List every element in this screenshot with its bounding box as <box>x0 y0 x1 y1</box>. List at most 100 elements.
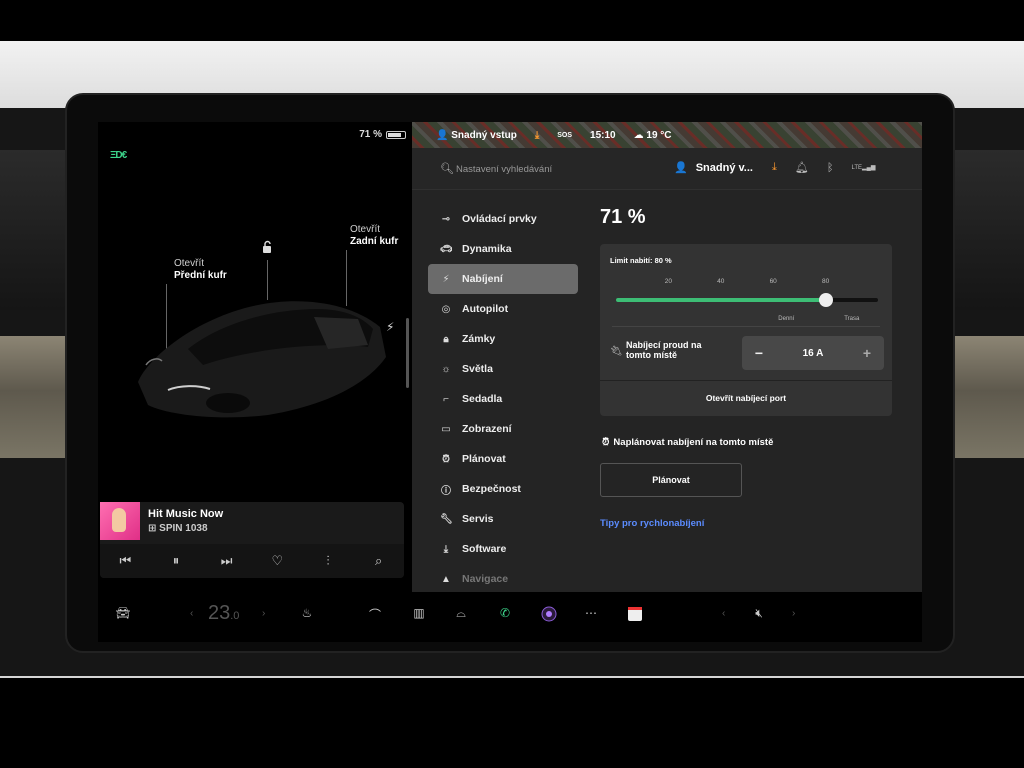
car-icon[interactable]: 🚘︎ <box>112 606 134 620</box>
menu-item-12[interactable]: ▲ Navigace <box>428 564 578 594</box>
navigation-icon: ▲ <box>441 573 451 585</box>
media-controls: ⏮ ⏸ ⏭ ♡ ⫶ ⌕ <box>100 544 404 578</box>
slider-ticks: 20 40 60 80 <box>616 278 878 288</box>
temp-decimal: .0 <box>230 610 240 622</box>
menu-item-label: Ovládací prvky <box>462 213 537 225</box>
menu-item-10[interactable]: 🔧︎ Servis <box>428 504 578 534</box>
charge-limit-slider[interactable] <box>616 293 878 307</box>
panel-scrollbar[interactable] <box>406 318 409 388</box>
media-search-icon[interactable]: ⌕ <box>367 553 391 569</box>
charging-bolt-icon: ⚡ <box>386 320 395 334</box>
headlight-icon[interactable]: ΞD€ <box>110 150 127 161</box>
menu-item-label: Nabíjení <box>462 273 503 285</box>
menu-item-label: Zobrazení <box>462 423 512 435</box>
person-icon: 👤 <box>436 129 449 141</box>
rear-trunk-button[interactable]: Otevřít Zadní kufr <box>350 224 398 248</box>
menu-item-label: Plánovat <box>462 453 506 465</box>
alarm-clock-icon: ⏰︎ <box>602 437 610 448</box>
favorite-icon[interactable]: ♡ <box>265 553 289 569</box>
menu-item-4[interactable]: 🔒︎ Zámky <box>428 324 578 354</box>
map-strip[interactable]: 👤 Snadný vstup ⤓ SOS 15:10 ☁ 19 °C <box>412 122 922 148</box>
wood-trim-right <box>950 336 1024 458</box>
range-daily: Denní <box>778 316 795 322</box>
slider-tick-label: 60 <box>769 278 777 285</box>
increase-current-button[interactable]: + <box>860 345 874 361</box>
toggle-icon: ⊸ <box>441 213 451 225</box>
open-charge-port-button[interactable]: Otevřít nabíjecí port <box>600 380 892 416</box>
volume-up-chevron[interactable]: › <box>792 608 795 619</box>
unlock-icon[interactable] <box>260 240 274 254</box>
menu-item-9[interactable]: ⓘ Bezpečnost <box>428 474 578 504</box>
schedule-button[interactable]: Plánovat <box>600 463 742 497</box>
slider-tick-label: 20 <box>664 278 673 285</box>
battery-level-heading: 71 % <box>600 206 646 228</box>
settings-header: 🔍︎ 👤 Snadný v... ⤓ 🔔︎ ᛒ LTE▂▄▆ <box>412 148 922 190</box>
station-name: SPIN 1038 <box>159 523 208 534</box>
rear-trunk-label: Zadní kufr <box>350 236 399 247</box>
charge-limit-label: Limit nabití: 80 % <box>610 256 672 265</box>
calendar-icon[interactable] <box>624 606 646 625</box>
previous-track-icon[interactable]: ⏮ <box>113 553 137 569</box>
menu-item-0[interactable]: ⊸ Ovládací prvky <box>428 204 578 234</box>
charging-current-label: Nabíjecí proud na tomto místě <box>626 340 702 360</box>
search-input[interactable] <box>456 161 656 177</box>
lte-label: LTE <box>851 165 863 171</box>
floor-line <box>0 676 1024 678</box>
settings-menu: ⊸ Ovládací prvky 🚗︎ Dynamika ⚡︎ Nabíjení ◎ Auto… <box>428 204 578 594</box>
front-defrost-icon[interactable]: ⌓ <box>450 606 472 621</box>
download-icon[interactable]: ⤓ <box>772 161 777 174</box>
temp-up-chevron[interactable]: › <box>262 608 265 619</box>
phone-icon[interactable]: ✆ <box>494 606 516 620</box>
front-trunk-button[interactable]: Otevřít Přední kufr <box>174 258 227 282</box>
menu-item-11[interactable]: ⤓ Software <box>428 534 578 564</box>
camera-icon[interactable] <box>538 606 560 625</box>
strip-profile[interactable]: 👤 Snadný vstup <box>436 130 517 141</box>
album-art[interactable] <box>100 502 140 540</box>
menu-item-6[interactable]: ⌐ Sedadla <box>428 384 578 414</box>
cloud-icon: ☁ <box>633 129 644 141</box>
supercharging-tips-link[interactable]: Tipy pro rychlonabíjení <box>600 518 704 529</box>
seat-heater-icon[interactable]: ♨ <box>296 606 318 620</box>
cabin-temperature[interactable]: 23.0 <box>208 602 239 625</box>
camera-lens <box>541 606 557 622</box>
rear-defrost-icon[interactable]: ▥ <box>408 606 430 620</box>
next-track-icon[interactable]: ⏭ <box>215 553 239 569</box>
profile-button[interactable]: 👤 Snadný v... <box>674 161 753 175</box>
slider-fill <box>616 298 826 302</box>
sos-badge[interactable]: SOS <box>557 132 572 139</box>
menu-item-label: Zámky <box>462 333 496 345</box>
bell-icon[interactable]: 🔔︎ <box>795 161 809 174</box>
steering-heater-icon[interactable]: ⌒ <box>364 606 386 623</box>
menu-item-1[interactable]: 🚗︎ Dynamika <box>428 234 578 264</box>
menu-item-label: Dynamika <box>462 243 512 255</box>
decrease-current-button[interactable]: − <box>752 345 766 361</box>
plug-icon: 🔌︎ <box>610 346 623 357</box>
menu-item-5[interactable]: ☼ Světla <box>428 354 578 384</box>
radio-icon: ⊞ <box>148 523 160 534</box>
mute-icon[interactable]: 🔇︎ <box>748 606 770 621</box>
air-vent-left <box>0 150 70 310</box>
more-apps-icon[interactable]: ⋯ <box>580 606 602 620</box>
equalizer-icon[interactable]: ⫶ <box>316 553 340 569</box>
menu-item-2[interactable]: ⚡︎ Nabíjení <box>428 264 578 294</box>
menu-item-8[interactable]: ⏰︎ Plánovat <box>428 444 578 474</box>
pause-icon[interactable]: ⏸ <box>164 553 188 569</box>
menu-item-7[interactable]: ▭ Zobrazení <box>428 414 578 444</box>
temp-down-chevron[interactable]: ‹ <box>190 608 193 619</box>
slider-knob[interactable] <box>818 293 833 307</box>
volume-down-chevron[interactable]: ‹ <box>722 608 725 619</box>
bolt-icon: ⚡︎ <box>442 273 450 285</box>
wood-trim-left <box>0 336 72 458</box>
alarm-icon: ⏰︎ <box>442 453 450 465</box>
seat-icon: ⌐ <box>443 393 449 405</box>
bluetooth-icon[interactable]: ᛒ <box>827 162 834 174</box>
calendar-shape <box>628 607 642 621</box>
battery-indicator: 71 % <box>359 129 406 140</box>
wrench-icon: 🔧︎ <box>440 513 453 525</box>
slider-tick-label: 80 <box>821 278 830 285</box>
settings-panel: 👤 Snadný vstup ⤓ SOS 15:10 ☁ 19 °C 🔍︎ 👤 … <box>412 122 922 592</box>
menu-item-3[interactable]: ◎ Autopilot <box>428 294 578 324</box>
charge-limit-card: Limit nabití: 80 % 20 40 60 80 Denní Trasa … <box>600 244 892 416</box>
battery-icon <box>386 130 406 139</box>
vehicle-panel: 71 % ΞD€ Otevřít Přední kufr Otevřít Zad… <box>98 122 412 592</box>
